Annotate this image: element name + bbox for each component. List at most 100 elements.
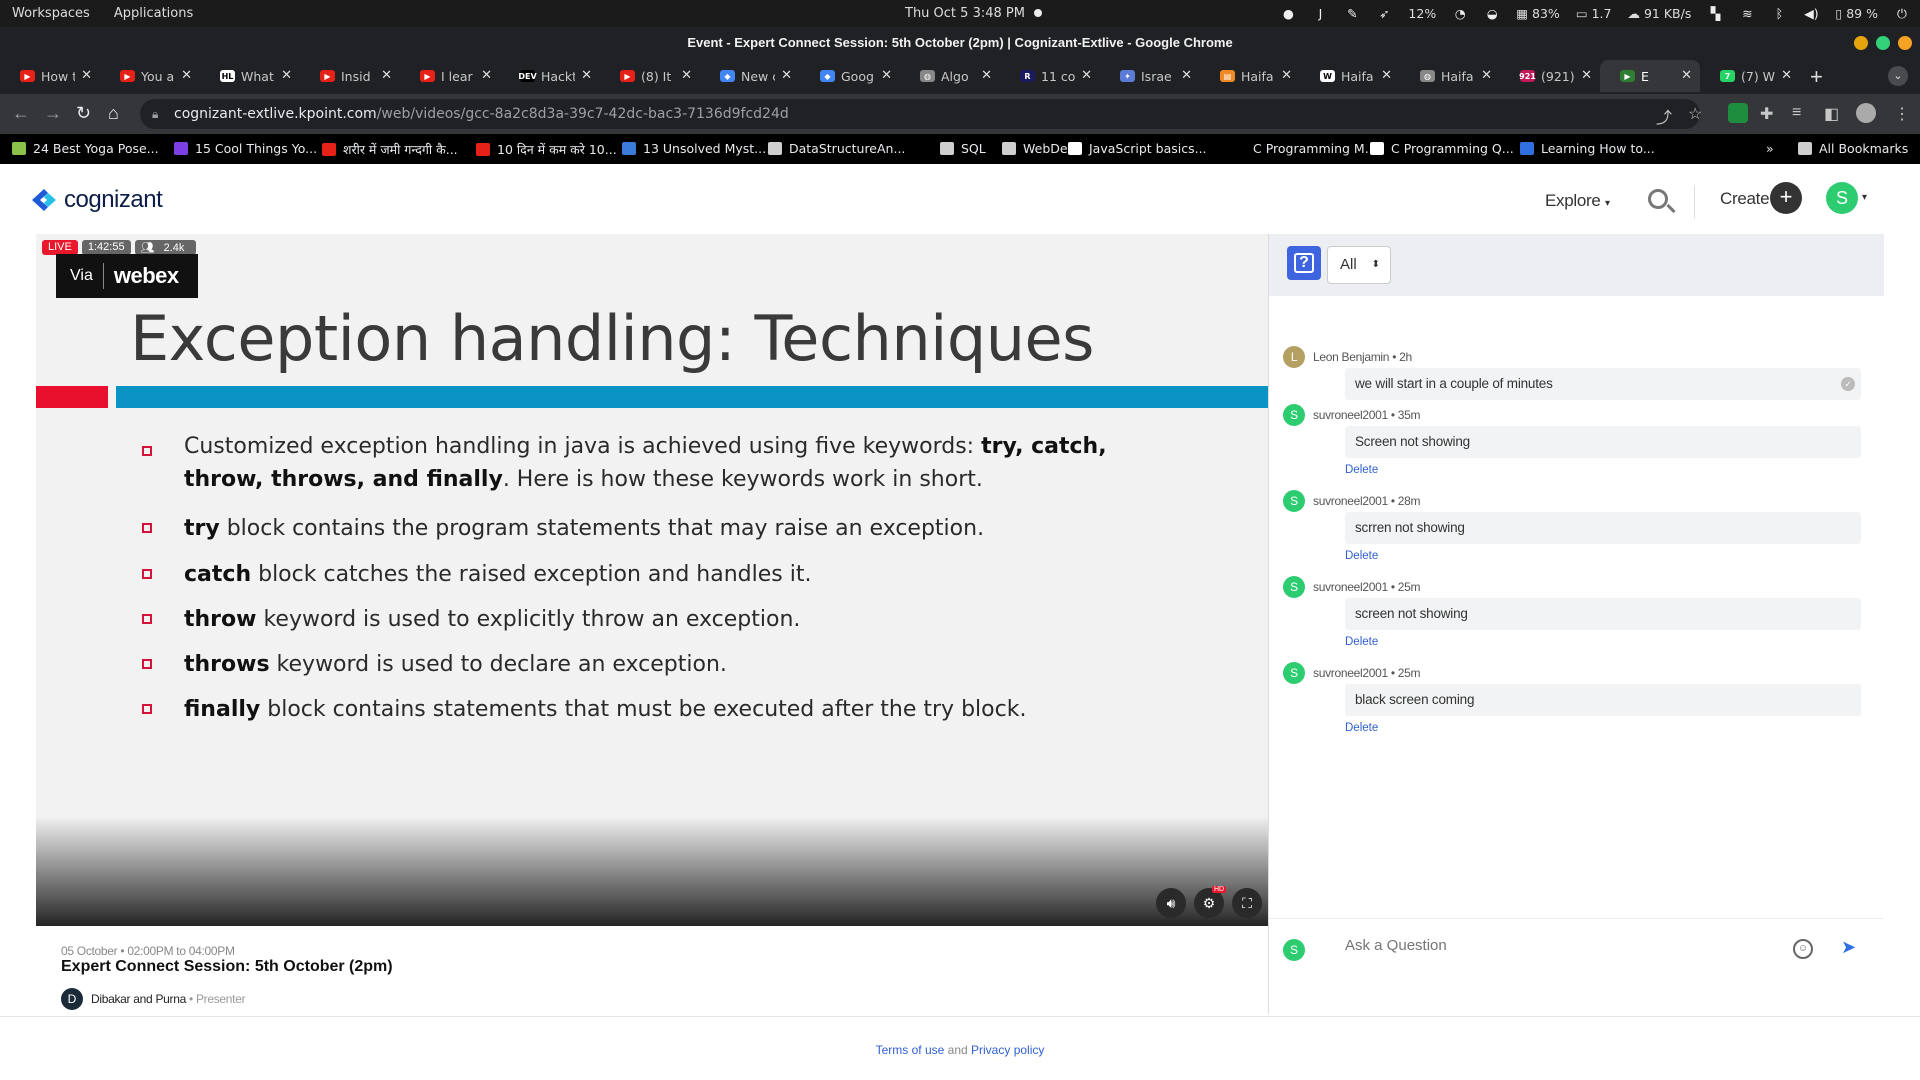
bookmark-item[interactable]: शरीर में जमी गन्दगी कै... — [322, 141, 458, 158]
search-icon[interactable] — [1648, 189, 1668, 209]
tab-close-icon[interactable]: ✕ — [981, 68, 992, 83]
back-icon[interactable]: ← — [12, 103, 30, 124]
bookmark-item[interactable]: DataStructureAn... — [768, 141, 905, 156]
volume-icon[interactable]: ◀) — [1803, 6, 1819, 21]
applications-menu[interactable]: Applications — [114, 6, 193, 21]
home-icon[interactable]: ⌂ — [108, 103, 119, 124]
delete-question-link[interactable]: Delete — [1345, 550, 1378, 562]
tab-close-icon[interactable]: ✕ — [681, 68, 692, 83]
bookmark-item[interactable]: C Programming Q... — [1370, 141, 1514, 156]
browser-tab[interactable]: ▶ E ✕ — [1600, 60, 1700, 92]
forward-icon[interactable]: → — [44, 103, 62, 124]
bookmark-item[interactable]: 15 Cool Things Yo... — [174, 141, 317, 156]
browser-tab[interactable]: 921 (921) ✕ — [1500, 60, 1600, 92]
fullscreen-icon[interactable]: ⛶ — [1232, 888, 1262, 918]
maximize-button[interactable] — [1876, 36, 1890, 50]
new-tab-button[interactable]: + — [1810, 64, 1823, 90]
bookmark-item[interactable]: WebDev — [1002, 141, 1075, 156]
question-icon[interactable]: ? — [1287, 246, 1321, 280]
browser-tab[interactable]: 7 (7) W ✕ — [1700, 60, 1800, 92]
delete-question-link[interactable]: Delete — [1345, 464, 1378, 476]
browser-tab[interactable]: ▶ How t ✕ — [0, 60, 100, 92]
spotify-icon[interactable]: ● — [1280, 6, 1296, 21]
lock-icon[interactable]: 🔒︎ — [152, 99, 158, 129]
pen-icon[interactable]: ✎ — [1344, 6, 1360, 21]
tab-close-icon[interactable]: ✕ — [1281, 68, 1292, 83]
chrome-menu-icon[interactable]: ⋮ — [1894, 104, 1910, 124]
bookmark-item[interactable]: All Bookmarks — [1798, 141, 1908, 156]
tab-close-icon[interactable]: ✕ — [781, 68, 792, 83]
more-bookmarks-icon[interactable]: » — [1766, 141, 1774, 156]
tab-close-icon[interactable]: ✕ — [1481, 68, 1492, 83]
tab-search-icon[interactable]: ⌄ — [1888, 66, 1908, 86]
ask-question-input[interactable] — [1345, 937, 1765, 954]
power-icon[interactable]: ⏻ — [1894, 6, 1910, 22]
tab-close-icon[interactable]: ✕ — [881, 68, 892, 83]
user-menu-chevron-icon[interactable]: ▾ — [1862, 192, 1867, 203]
tab-close-icon[interactable]: ✕ — [1581, 68, 1592, 83]
tab-close-icon[interactable]: ✕ — [81, 68, 92, 83]
extension-red-dot-icon[interactable] — [1728, 103, 1748, 123]
privacy-link[interactable]: Privacy policy — [971, 1043, 1044, 1057]
browser-tab[interactable]: ◍ Algo ✕ — [900, 60, 1000, 92]
profile-avatar-icon[interactable] — [1856, 103, 1876, 123]
bookmark-item[interactable]: 13 Unsolved Myst... — [622, 141, 766, 156]
extensions-puzzle-icon[interactable]: ✚ — [1760, 104, 1773, 124]
minimize-button[interactable] — [1854, 36, 1868, 50]
keyboard-layout-icon[interactable]: ▚ — [1707, 6, 1723, 21]
send-icon[interactable]: ➤ — [1841, 937, 1856, 958]
tab-close-icon[interactable]: ✕ — [1681, 68, 1692, 83]
bookmark-item[interactable]: JavaScript basics... — [1068, 141, 1207, 156]
tab-close-icon[interactable]: ✕ — [1081, 68, 1092, 83]
wifi-icon[interactable]: ≋ — [1739, 6, 1755, 21]
tab-close-icon[interactable]: ✕ — [1181, 68, 1192, 83]
user-avatar[interactable]: S — [1826, 182, 1858, 214]
create-plus-button[interactable]: + — [1770, 182, 1802, 214]
volume-icon[interactable]: 🔊︎ — [1156, 888, 1186, 918]
reload-icon[interactable]: ↻ — [76, 103, 91, 124]
battery-status[interactable]: ▯ 89 % — [1835, 6, 1878, 21]
bookmark-item[interactable]: 24 Best Yoga Pose... — [12, 141, 159, 156]
bookmark-item[interactable]: Learning How to... — [1520, 141, 1655, 156]
j-app-icon[interactable]: J — [1312, 6, 1328, 21]
tab-close-icon[interactable]: ✕ — [281, 68, 292, 83]
browser-tab[interactable]: ▶ You a ✕ — [100, 60, 200, 92]
tab-close-icon[interactable]: ✕ — [381, 68, 392, 83]
browser-tab[interactable]: ▶ Insid ✕ — [300, 60, 400, 92]
cognizant-logo[interactable]: cognizant — [30, 186, 163, 214]
address-bar[interactable]: 🔒︎ cognizant-extlive.kpoint.com/web/vide… — [140, 99, 1700, 129]
workspaces-menu[interactable]: Workspaces — [12, 6, 90, 21]
browser-tab[interactable]: ▶ (8) It ✕ — [600, 60, 700, 92]
browser-tab[interactable]: ◆ Goog ✕ — [800, 60, 900, 92]
bookmark-star-icon[interactable]: ☆ — [1688, 104, 1702, 124]
bookmark-item[interactable]: SQL — [940, 141, 986, 156]
browser-tab[interactable]: ◍ Haifa ✕ — [1400, 60, 1500, 92]
terms-link[interactable]: Terms of use — [876, 1043, 945, 1057]
create-label[interactable]: Create — [1720, 189, 1770, 209]
browser-tab[interactable]: HL What ✕ — [200, 60, 300, 92]
tab-close-icon[interactable]: ✕ — [1381, 68, 1392, 83]
delete-question-link[interactable]: Delete — [1345, 636, 1378, 648]
browser-tab[interactable]: ✦ Israe ✕ — [1100, 60, 1200, 92]
browser-tab[interactable]: ▤ Haifa ✕ — [1200, 60, 1300, 92]
tab-close-icon[interactable]: ✕ — [1781, 68, 1792, 83]
browser-tab[interactable]: DEV Hackt ✕ — [500, 60, 600, 92]
delete-question-link[interactable]: Delete — [1345, 722, 1378, 734]
tab-close-icon[interactable]: ✕ — [181, 68, 192, 83]
reading-list-icon[interactable]: ≡ — [1792, 104, 1801, 122]
os-clock[interactable]: Thu Oct 5 3:48 PM — [905, 6, 1025, 21]
bluetooth-icon[interactable]: ᛒ — [1771, 6, 1787, 21]
browser-tab[interactable]: R 11 co ✕ — [1000, 60, 1100, 92]
tab-close-icon[interactable]: ✕ — [481, 68, 492, 83]
qa-filter-select[interactable]: All ⬍ — [1327, 246, 1391, 284]
close-window-button[interactable] — [1898, 36, 1912, 50]
video-player[interactable]: LIVE 1:42:55 👥︎ 2.4k Via webex Exception… — [36, 234, 1268, 926]
browser-tab[interactable]: W Haifa ✕ — [1300, 60, 1400, 92]
bookmark-item[interactable]: 10 दिन में कम करे 10... — [476, 141, 617, 158]
tab-close-icon[interactable]: ✕ — [581, 68, 592, 83]
browser-tab[interactable]: ▶ I lear ✕ — [400, 60, 500, 92]
explore-menu[interactable]: Explore ▾ — [1545, 191, 1610, 211]
share-icon[interactable]: ⤴ — [1656, 104, 1672, 128]
browser-tab[interactable]: ◆ New c ✕ — [700, 60, 800, 92]
side-panel-icon[interactable]: ◧ — [1824, 104, 1839, 124]
